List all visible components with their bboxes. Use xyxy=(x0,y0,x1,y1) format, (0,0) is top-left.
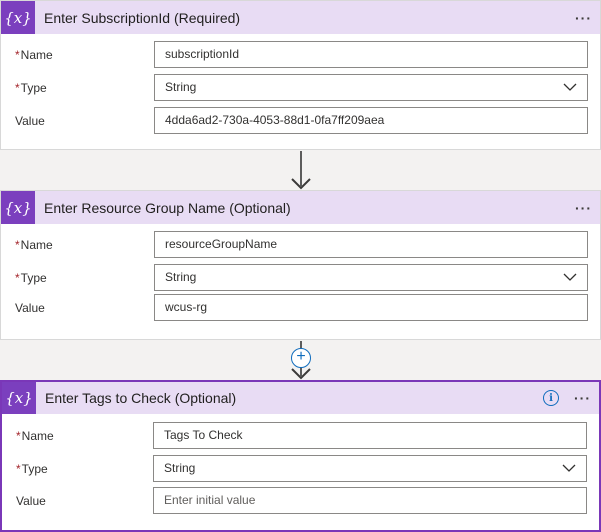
type-select-value: String xyxy=(165,270,197,284)
variable-card-tags[interactable]: {x} Enter Tags to Check (Optional) i ···… xyxy=(0,380,601,532)
more-options-button[interactable]: ··· xyxy=(574,390,591,406)
card-header[interactable]: {x} Enter SubscriptionId (Required) ··· xyxy=(1,1,600,34)
variable-icon: {x} xyxy=(2,382,36,414)
chevron-down-icon xyxy=(562,464,576,472)
variable-icon: {x} xyxy=(1,1,35,34)
variable-card-subscription[interactable]: {x} Enter SubscriptionId (Required) ··· … xyxy=(0,0,601,150)
value-input[interactable]: 4dda6ad2-730a-4053-88d1-0fa7ff209aea xyxy=(154,107,588,134)
card-header[interactable]: {x} Enter Resource Group Name (Optional)… xyxy=(1,191,600,224)
name-row: *Name Tags To Check xyxy=(2,422,599,450)
type-select[interactable]: String xyxy=(154,264,588,291)
value-row: Value Enter initial value xyxy=(2,487,599,515)
arrow-down-icon xyxy=(291,368,311,380)
name-input[interactable]: Tags To Check xyxy=(153,422,587,449)
type-select-value: String xyxy=(164,461,196,475)
required-marker: * xyxy=(15,48,20,62)
variable-icon: {x} xyxy=(1,191,35,224)
required-marker: * xyxy=(16,462,21,476)
more-options-button[interactable]: ··· xyxy=(575,10,592,26)
value-row: Value 4dda6ad2-730a-4053-88d1-0fa7ff209a… xyxy=(1,107,600,135)
name-label: *Name xyxy=(15,48,53,62)
card-title[interactable]: Enter Resource Group Name (Optional) xyxy=(44,200,291,216)
type-label: *Type xyxy=(16,462,48,476)
name-row: *Name subscriptionId xyxy=(1,41,600,69)
insert-step-button[interactable]: + xyxy=(291,348,311,368)
required-marker: * xyxy=(16,429,21,443)
more-options-button[interactable]: ··· xyxy=(575,200,592,216)
chevron-down-icon xyxy=(563,273,577,281)
flow-canvas: {x} Enter SubscriptionId (Required) ··· … xyxy=(0,0,601,532)
required-marker: * xyxy=(15,271,20,285)
type-select[interactable]: String xyxy=(153,455,587,482)
card-title[interactable]: Enter SubscriptionId (Required) xyxy=(44,10,240,26)
arrow-down-icon xyxy=(291,178,311,190)
type-row: *Type String xyxy=(1,264,600,292)
required-marker: * xyxy=(15,238,20,252)
value-input[interactable]: wcus-rg xyxy=(154,294,588,321)
card-title[interactable]: Enter Tags to Check (Optional) xyxy=(45,390,236,406)
value-label: Value xyxy=(15,114,45,128)
value-label: Value xyxy=(15,301,45,315)
name-row: *Name resourceGroupName xyxy=(1,231,600,259)
variable-card-resource-group[interactable]: {x} Enter Resource Group Name (Optional)… xyxy=(0,190,601,340)
value-input[interactable]: Enter initial value xyxy=(153,487,587,514)
name-input[interactable]: resourceGroupName xyxy=(154,231,588,258)
name-input[interactable]: subscriptionId xyxy=(154,41,588,68)
chevron-down-icon xyxy=(563,83,577,91)
type-label: *Type xyxy=(15,81,47,95)
type-row: *Type String xyxy=(2,455,599,483)
name-label: *Name xyxy=(16,429,54,443)
type-select-value: String xyxy=(165,80,197,94)
value-row: Value wcus-rg xyxy=(1,294,600,322)
info-icon[interactable]: i xyxy=(543,390,559,406)
type-row: *Type String xyxy=(1,74,600,102)
type-select[interactable]: String xyxy=(154,74,588,101)
card-header[interactable]: {x} Enter Tags to Check (Optional) i ··· xyxy=(2,382,599,414)
required-marker: * xyxy=(15,81,20,95)
value-label: Value xyxy=(16,494,46,508)
name-label: *Name xyxy=(15,238,53,252)
type-label: *Type xyxy=(15,271,47,285)
